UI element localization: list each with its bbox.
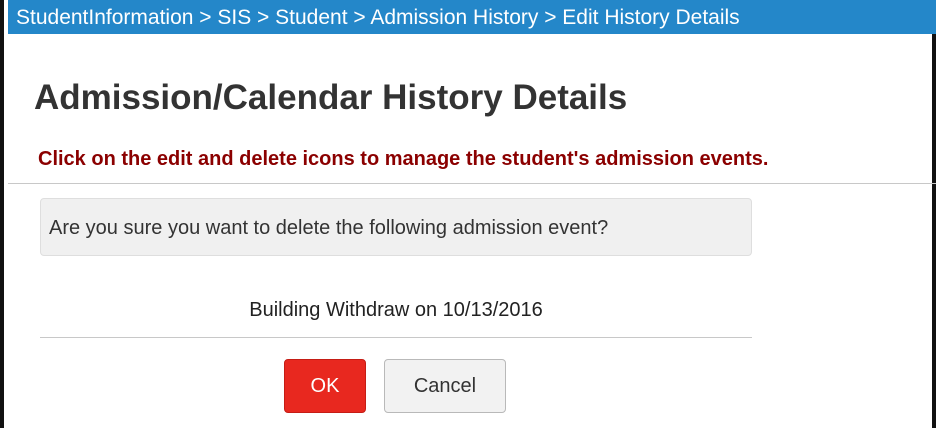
- event-description: Building Withdraw on 10/13/2016: [249, 299, 543, 321]
- breadcrumb-text[interactable]: StudentInformation > SIS > Student > Adm…: [16, 7, 740, 29]
- confirm-message-box: Are you sure you want to delete the foll…: [40, 198, 752, 256]
- ok-button[interactable]: OK: [284, 359, 366, 413]
- cancel-button[interactable]: Cancel: [384, 359, 506, 413]
- divider: [8, 183, 936, 184]
- divider: [40, 337, 752, 338]
- confirm-question: Are you sure you want to delete the foll…: [49, 217, 609, 239]
- breadcrumb: StudentInformation > SIS > Student > Adm…: [8, 0, 936, 34]
- instruction-text: Click on the edit and delete icons to ma…: [38, 148, 769, 170]
- page-title: Admission/Calendar History Details: [34, 78, 628, 117]
- window-frame: StudentInformation > SIS > Student > Adm…: [0, 0, 936, 428]
